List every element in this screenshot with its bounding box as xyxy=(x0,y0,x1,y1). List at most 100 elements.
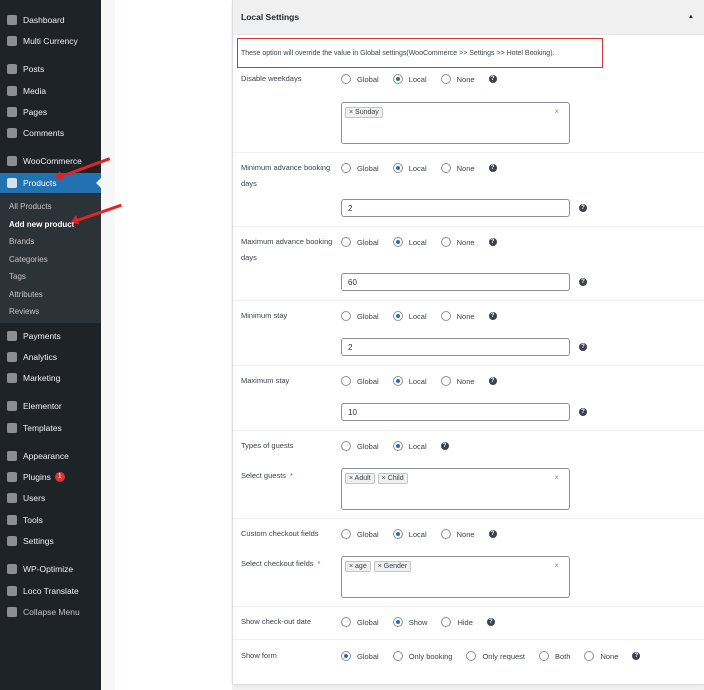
sidebar-item-products[interactable]: Products xyxy=(0,173,101,193)
help-icon[interactable]: ? xyxy=(488,238,497,246)
help-icon[interactable]: ? xyxy=(579,204,587,212)
radio-circle[interactable] xyxy=(341,529,351,539)
sidebar-item-templates[interactable]: Templates xyxy=(0,418,101,438)
radio-none[interactable]: None xyxy=(440,529,475,539)
radio-circle[interactable] xyxy=(392,617,403,627)
radio-circle[interactable] xyxy=(440,311,451,321)
radio-local[interactable]: Local xyxy=(392,529,427,539)
radio-local[interactable]: Local xyxy=(392,441,427,451)
clear-icon[interactable]: × xyxy=(554,473,559,482)
radio-global[interactable]: Global xyxy=(341,311,379,321)
radio-global[interactable]: Global xyxy=(341,441,379,451)
help-icon[interactable]: ? xyxy=(486,618,495,626)
radio-global[interactable]: Global xyxy=(341,74,379,84)
sidebar-item-dashboard[interactable]: Dashboard xyxy=(0,10,101,30)
sidebar-item-elementor[interactable]: Elementor xyxy=(0,396,101,416)
radio-circle[interactable] xyxy=(392,441,403,451)
radio-local[interactable]: Local xyxy=(392,376,427,386)
submenu-item-brands[interactable]: Brands xyxy=(9,237,34,246)
selected-tag[interactable]: × age xyxy=(345,561,371,572)
guests-multiselect[interactable]: × Adult × Child × xyxy=(341,468,570,510)
selected-tag[interactable]: × Gender xyxy=(373,561,412,572)
help-icon[interactable]: ? xyxy=(488,312,497,320)
help-icon[interactable]: ? xyxy=(632,652,641,660)
checkout-fields-multiselect[interactable]: × age × Gender × xyxy=(341,556,570,598)
radio-show[interactable]: Show xyxy=(392,617,427,627)
sidebar-item-comments[interactable]: Comments xyxy=(0,123,101,143)
help-icon[interactable]: ? xyxy=(488,164,497,172)
radio-both[interactable]: Both xyxy=(539,651,570,661)
radio-none[interactable]: None xyxy=(440,163,475,173)
submenu-item-all-products[interactable]: All Products xyxy=(9,202,52,211)
radio-none[interactable]: None xyxy=(440,311,475,321)
radio-circle[interactable] xyxy=(341,617,351,627)
radio-local[interactable]: Local xyxy=(392,311,427,321)
clear-icon[interactable]: × xyxy=(554,561,559,570)
panel-header[interactable]: Local Settings ▲ xyxy=(233,0,704,35)
radio-global[interactable]: Global xyxy=(341,529,379,539)
help-icon[interactable]: ? xyxy=(579,278,587,286)
sidebar-item-payments[interactable]: Payments xyxy=(0,326,101,346)
help-icon[interactable]: ? xyxy=(440,442,449,450)
sidebar-item-multi-currency[interactable]: Multi Currency xyxy=(0,31,101,51)
radio-local[interactable]: Local xyxy=(392,237,427,247)
radio-circle[interactable] xyxy=(440,529,451,539)
help-icon[interactable]: ? xyxy=(488,377,497,385)
sidebar-item-appearance[interactable]: Appearance xyxy=(0,446,101,466)
help-icon[interactable]: ? xyxy=(488,530,497,538)
radio-circle[interactable] xyxy=(341,74,351,84)
submenu-item-reviews[interactable]: Reviews xyxy=(9,307,39,316)
radio-circle[interactable] xyxy=(392,163,403,173)
radio-circle[interactable] xyxy=(392,529,403,539)
radio-hide[interactable]: Hide xyxy=(441,617,473,627)
radio-circle[interactable] xyxy=(341,651,351,661)
help-icon[interactable]: ? xyxy=(579,343,587,351)
sidebar-item-plugins[interactable]: Plugins 1 xyxy=(0,467,101,487)
help-icon[interactable]: ? xyxy=(579,408,587,416)
radio-circle[interactable] xyxy=(392,237,403,247)
radio-circle[interactable] xyxy=(392,651,403,661)
radio-circle[interactable] xyxy=(441,617,452,627)
radio-global[interactable]: Global xyxy=(341,163,379,173)
radio-circle[interactable] xyxy=(341,237,351,247)
radio-global[interactable]: Global xyxy=(341,617,379,627)
sidebar-item-marketing[interactable]: Marketing xyxy=(0,368,101,388)
radio-circle[interactable] xyxy=(341,311,351,321)
sidebar-item-analytics[interactable]: Analytics xyxy=(0,347,101,367)
sidebar-item-users[interactable]: Users xyxy=(0,488,101,508)
radio-circle[interactable] xyxy=(440,74,451,84)
radio-global[interactable]: Global xyxy=(341,237,379,247)
radio-global[interactable]: Global xyxy=(341,376,379,386)
submenu-item-tags[interactable]: Tags xyxy=(9,272,26,281)
radio-circle[interactable] xyxy=(440,376,451,386)
radio-none[interactable]: None xyxy=(440,74,475,84)
sidebar-item-wp-optimize[interactable]: WP-Optimize xyxy=(0,559,101,579)
radio-circle[interactable] xyxy=(466,651,477,661)
radio-circle[interactable] xyxy=(341,163,351,173)
submenu-item-attributes[interactable]: Attributes xyxy=(9,290,43,299)
radio-circle[interactable] xyxy=(440,237,451,247)
submenu-item-add-new-product[interactable]: Add new product xyxy=(9,220,74,229)
weekdays-multiselect[interactable]: × Sunday × xyxy=(341,102,570,144)
max-stay-input[interactable]: 10 xyxy=(341,403,570,421)
max-advance-input[interactable]: 60 xyxy=(341,273,570,291)
selected-tag[interactable]: × Sunday xyxy=(345,107,383,118)
radio-only-request[interactable]: Only request xyxy=(466,651,525,661)
sidebar-item-posts[interactable]: Posts xyxy=(0,59,101,79)
sidebar-item-pages[interactable]: Pages xyxy=(0,102,101,122)
min-advance-input[interactable]: 2 xyxy=(341,199,570,217)
selected-tag[interactable]: × Adult xyxy=(345,473,375,484)
sidebar-item-collapse-menu[interactable]: Collapse Menu xyxy=(0,602,101,622)
radio-none[interactable]: None xyxy=(440,237,475,247)
radio-circle[interactable] xyxy=(440,163,451,173)
min-stay-input[interactable]: 2 xyxy=(341,338,570,356)
radio-local[interactable]: Local xyxy=(392,163,427,173)
sidebar-item-tools[interactable]: Tools xyxy=(0,510,101,530)
sidebar-item-media[interactable]: Media xyxy=(0,81,101,101)
selected-tag[interactable]: × Child xyxy=(377,473,408,484)
radio-circle[interactable] xyxy=(584,651,595,661)
clear-icon[interactable]: × xyxy=(554,107,559,116)
radio-circle[interactable] xyxy=(392,376,403,386)
radio-none[interactable]: None xyxy=(584,651,618,661)
radio-none[interactable]: None xyxy=(440,376,475,386)
